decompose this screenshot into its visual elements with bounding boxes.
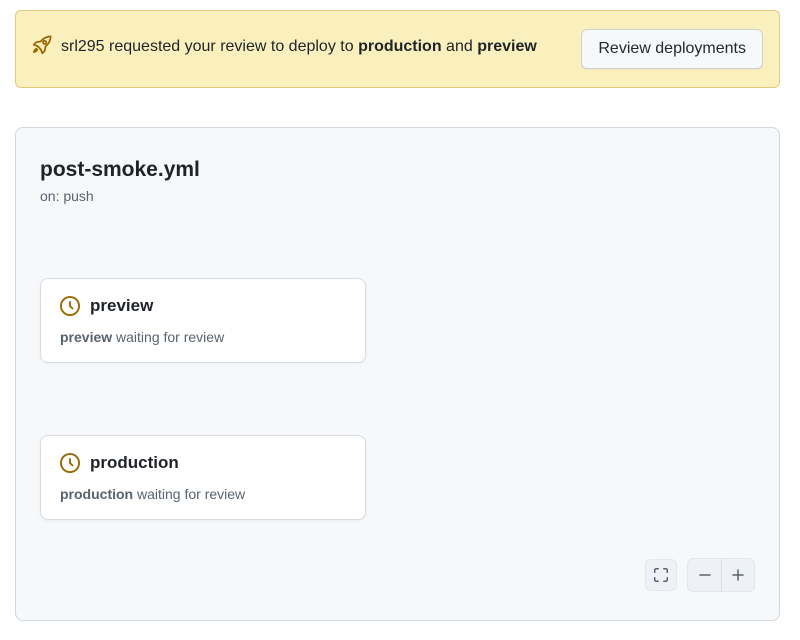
job-header: production <box>60 453 346 473</box>
banner-message-and: and <box>442 38 478 55</box>
zoom-control-group <box>687 558 755 592</box>
job-status: production waiting for review <box>60 486 346 502</box>
minus-icon <box>697 567 713 583</box>
job-status-env: preview <box>60 329 112 345</box>
job-header: preview <box>60 296 346 316</box>
job-name: preview <box>90 296 153 316</box>
workflow-file-name: post-smoke.yml <box>40 158 755 182</box>
job-list: preview preview waiting for review produ… <box>40 278 366 520</box>
zoom-in-button[interactable] <box>721 559 754 591</box>
job-card-production[interactable]: production production waiting for review <box>40 435 366 520</box>
review-deployments-button[interactable]: Review deployments <box>581 29 763 69</box>
workflow-graph-panel: post-smoke.yml on: push preview preview … <box>15 127 780 621</box>
banner-env-production: production <box>358 38 442 55</box>
banner-message-mid: requested your review to deploy to <box>105 38 358 55</box>
zoom-out-button[interactable] <box>688 559 721 591</box>
deployment-review-banner: srl295 requested your review to deploy t… <box>15 10 780 88</box>
banner-message: srl295 requested your review to deploy t… <box>32 33 537 65</box>
workflow-trigger: on: push <box>40 188 755 204</box>
job-card-preview[interactable]: preview preview waiting for review <box>40 278 366 363</box>
job-name: production <box>90 453 179 473</box>
banner-env-preview: preview <box>477 38 537 55</box>
graph-controls <box>645 558 755 592</box>
clock-icon <box>60 296 80 316</box>
fit-to-screen-button[interactable] <box>645 559 677 591</box>
fit-to-screen-icon <box>653 567 669 583</box>
clock-icon <box>60 453 80 473</box>
banner-actor: srl295 <box>61 38 105 55</box>
job-status-rest: waiting for review <box>112 329 224 345</box>
plus-icon <box>730 567 746 583</box>
rocket-icon <box>32 35 52 65</box>
job-status-rest: waiting for review <box>133 486 245 502</box>
job-status-env: production <box>60 486 133 502</box>
job-status: preview waiting for review <box>60 329 346 345</box>
